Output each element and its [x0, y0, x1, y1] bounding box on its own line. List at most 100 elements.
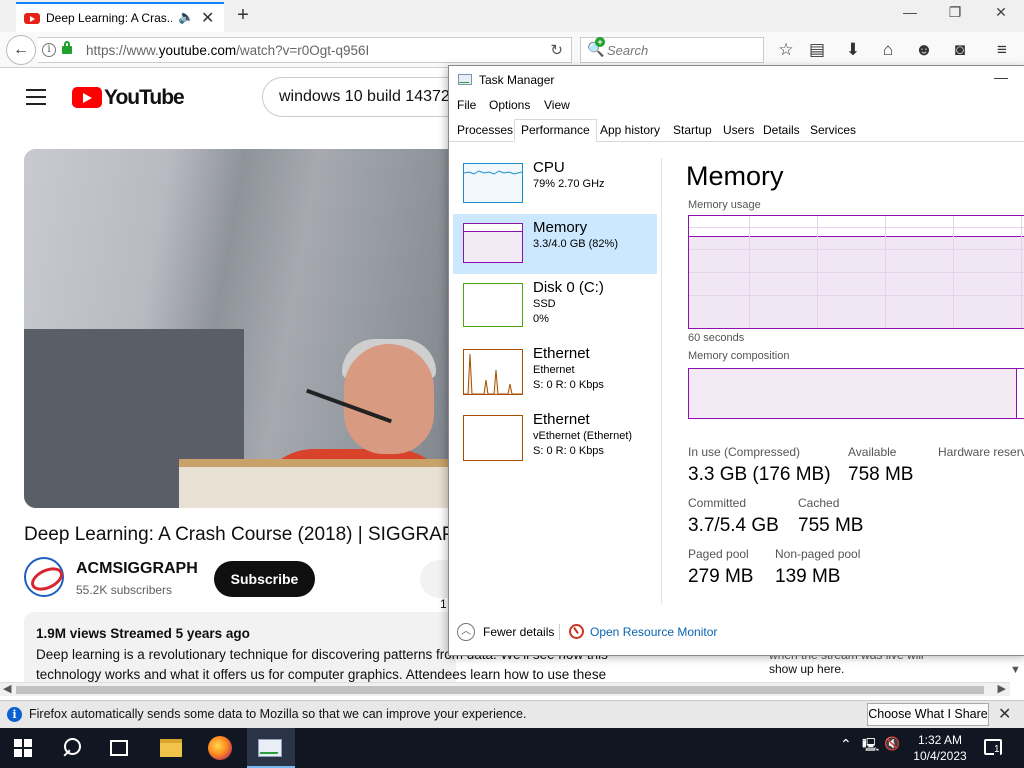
ethernet-graph-thumbnail [463, 349, 523, 395]
task-view-icon[interactable] [110, 740, 128, 756]
browser-search-box[interactable]: 🔍 Search [580, 37, 764, 63]
browser-tab[interactable]: Deep Learning: A Cras... 🔈 ✕ [16, 2, 224, 32]
choose-what-i-share-button[interactable]: Choose What I Share [867, 703, 989, 726]
memory-thumbnail-fill [464, 230, 522, 262]
vethernet-graph-thumbnail [463, 415, 523, 461]
menu-file[interactable]: File [457, 98, 476, 112]
sidebar-item-label: Disk 0 (C:) [533, 279, 604, 296]
reload-icon[interactable]: ↻ [550, 41, 563, 59]
clock-date: 10/4/2023 [913, 749, 967, 763]
fewer-details-button[interactable]: Fewer details [483, 625, 554, 639]
cpu-sparkline [463, 170, 523, 175]
home-icon[interactable]: ⌂ [876, 39, 900, 61]
pocket-icon[interactable]: ◙ [948, 39, 972, 61]
video-description[interactable]: 1.9M views Streamed 5 years ago Deep lea… [24, 612, 608, 682]
volume-muted-icon[interactable]: 🔇 [884, 736, 900, 752]
minimize-window-button[interactable]: — [898, 4, 922, 24]
sidebar-item-vethernet[interactable]: Ethernet vEthernet (Ethernet) S: 0 R: 0 … [453, 406, 657, 466]
speaker-icon[interactable]: 🔈 [178, 9, 194, 25]
tab-title: Deep Learning: A Cras... [46, 11, 172, 25]
sidebar-item-detail: 0% [533, 313, 549, 325]
system-clock[interactable]: 1:32 AM 10/4/2023 [904, 732, 976, 764]
site-info-icon[interactable]: i [42, 43, 56, 57]
tab-processes[interactable]: Processes [457, 123, 513, 137]
new-tab-button[interactable]: + [232, 2, 254, 28]
reader-list-icon[interactable]: ▤ [805, 39, 829, 61]
committed-value: 3.7/5.4 GB [688, 515, 779, 536]
download-icon[interactable]: ⬇ [841, 39, 865, 61]
ethernet-sparkline [464, 353, 522, 395]
bookmark-star-icon[interactable]: ☆ [774, 39, 798, 61]
firefox-icon[interactable] [208, 736, 232, 760]
close-notification-icon[interactable]: ✕ [998, 704, 1011, 724]
task-manager-titlebar[interactable]: Task Manager — [449, 66, 1024, 94]
minimize-button[interactable]: — [994, 69, 1008, 85]
tab-details[interactable]: Details [763, 123, 800, 137]
performance-sidebar: CPU 79% 2.70 GHz Memory 3.3/4.0 GB (82%)… [453, 148, 657, 608]
data-collection-notification: i Firefox automatically sends some data … [0, 700, 1024, 728]
scroll-left-icon[interactable]: ◀ [3, 682, 11, 695]
youtube-search-input[interactable]: windows 10 build 14372 [262, 77, 462, 117]
hamburger-menu-icon[interactable]: ≡ [990, 39, 1014, 61]
taskbar-search-icon[interactable] [60, 736, 84, 760]
open-resource-monitor-link[interactable]: Open Resource Monitor [590, 625, 717, 639]
memory-composition-label: Memory composition [688, 350, 790, 362]
in-use-value: 3.3 GB (176 MB) [688, 464, 831, 485]
close-tab-icon[interactable]: ✕ [201, 8, 214, 28]
resource-monitor-icon [569, 624, 584, 639]
available-label: Available [848, 445, 897, 459]
tab-startup[interactable]: Startup [673, 123, 712, 137]
tab-users[interactable]: Users [723, 123, 754, 137]
scrollbar-thumb[interactable] [16, 686, 984, 694]
description-line: technology works and what it offers us f… [36, 667, 607, 682]
back-button[interactable]: ← [6, 35, 36, 65]
memory-usage-label: Memory usage [688, 199, 761, 211]
network-icon[interactable]: 🖳 [862, 736, 879, 758]
windows-start-icon[interactable] [14, 739, 32, 757]
sidebar-item-memory[interactable]: Memory 3.3/4.0 GB (82%) [453, 214, 657, 274]
cached-value: 755 MB [798, 515, 864, 536]
url-text: https://www.youtube.com/watch?v=r0Ogt-q9… [86, 43, 370, 58]
sidebar-item-ethernet[interactable]: Ethernet Ethernet S: 0 R: 0 Kbps [453, 340, 657, 400]
youtube-menu-icon[interactable] [26, 89, 46, 105]
file-explorer-icon[interactable] [160, 739, 182, 757]
subscriber-count: 55.2K subscribers [76, 583, 173, 597]
close-window-button[interactable]: ✕ [989, 4, 1013, 24]
action-center-icon[interactable]: 1 [984, 739, 1002, 755]
sidebar-divider [661, 158, 662, 604]
available-value: 758 MB [848, 464, 914, 485]
channel-name[interactable]: ACMSIGGRAPH [76, 560, 198, 578]
address-bar[interactable]: i https://www.youtube.com/watch?v=r0Ogt-… [38, 37, 572, 63]
scroll-right-icon[interactable]: ▶ [998, 682, 1006, 695]
sidebar-item-detail: vEthernet (Ethernet) [533, 430, 633, 442]
non-paged-pool-label: Non-paged pool [775, 547, 861, 561]
channel-avatar[interactable] [24, 557, 64, 597]
tray-chevron-icon[interactable]: ⌃ [840, 736, 852, 753]
sidebar-item-disk[interactable]: Disk 0 (C:) SSD 0% [453, 274, 657, 334]
menu-bar: File Options View [449, 96, 1024, 116]
window-title: Task Manager [479, 73, 555, 87]
restore-window-button[interactable]: ❐ [943, 4, 967, 24]
task-manager-app-icon [458, 74, 472, 85]
live-chat-replay-card: when the stream was live will show up he… [769, 648, 924, 676]
graph-timespan-label: 60 seconds [688, 332, 745, 344]
scroll-down-icon[interactable]: ▼ [1010, 664, 1021, 676]
memory-composition-bar [688, 368, 1024, 419]
menu-options[interactable]: Options [489, 98, 530, 112]
browser-tab-strip: Deep Learning: A Cras... 🔈 ✕ + — ❐ ✕ [0, 0, 1024, 32]
tab-app-history[interactable]: App history [600, 123, 660, 137]
tab-services[interactable]: Services [810, 123, 856, 137]
search-icon: 🔍 [587, 37, 606, 58]
chevron-up-icon[interactable]: ︿ [457, 623, 475, 641]
info-icon: i [7, 707, 22, 722]
horizontal-scrollbar[interactable]: ◀ ▶ [0, 682, 1010, 696]
sidebar-item-detail: 3.3/4.0 GB (82%) [533, 238, 618, 250]
sidebar-item-detail: Ethernet [533, 364, 575, 376]
video-player[interactable] [24, 149, 454, 508]
youtube-logo[interactable]: YouTube [72, 86, 185, 109]
menu-view[interactable]: View [544, 98, 570, 112]
chat-icon[interactable]: ☻ [912, 39, 936, 61]
tab-performance[interactable]: Performance [514, 119, 597, 142]
subscribe-button[interactable]: Subscribe [214, 561, 315, 597]
sidebar-item-cpu[interactable]: CPU 79% 2.70 GHz [453, 154, 657, 214]
